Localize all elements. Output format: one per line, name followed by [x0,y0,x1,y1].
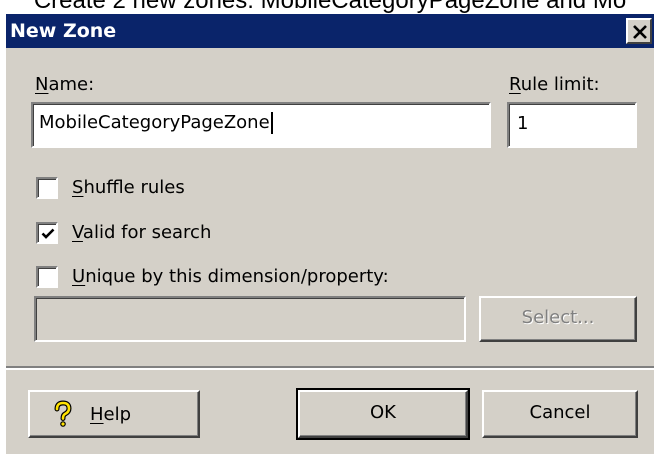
shuffle-rules-text: huffle rules [83,177,185,198]
rule-limit-label-text: ule limit: [520,74,600,95]
unique-by-dimension-text: nique by this dimension/property: [85,266,389,287]
name-label: Name: [35,74,94,96]
help-text: elp [103,403,132,425]
valid-for-search-mnemonic: V [72,222,83,243]
new-zone-dialog: New Zone Name: Rule limit: MobileCategor… [6,14,654,454]
select-button-label: Select... [521,307,595,328]
shuffle-rules-label: Shuffle rules [72,177,185,199]
close-icon [633,25,647,39]
rule-limit-label-mnemonic: R [509,74,521,95]
dialog-title: New Zone [10,20,117,42]
valid-for-search-checkbox-row[interactable]: Valid for search [36,220,211,246]
ok-button-label: OK [370,402,396,423]
shuffle-rules-mnemonic: S [72,177,84,198]
shuffle-rules-checkbox[interactable] [36,177,58,199]
unique-by-dimension-checkbox-row[interactable]: Unique by this dimension/property: [36,264,389,290]
footer-separator [6,366,654,370]
valid-for-search-label: Valid for search [72,222,211,244]
rule-limit-label: Rule limit: [509,74,600,96]
instruction-caption: Create 2 new zones: MobileCategoryPageZo… [33,0,627,14]
checkmark-icon [41,228,55,239]
rule-limit-value: 1 [517,113,529,134]
valid-for-search-checkbox[interactable] [36,222,58,244]
close-button[interactable] [626,18,652,44]
select-button[interactable]: Select... [479,296,637,342]
help-button-label: Help [90,404,131,425]
cancel-button-label: Cancel [529,402,591,423]
name-label-mnemonic: N [35,74,49,95]
unique-by-dimension-mnemonic: U [72,266,86,287]
unique-by-dimension-label: Unique by this dimension/property: [72,266,389,288]
rule-limit-input[interactable]: 1 [507,102,637,148]
unique-by-dimension-checkbox[interactable] [36,266,58,288]
name-label-text: ame: [48,74,95,95]
ok-button[interactable]: OK [296,388,470,440]
valid-for-search-text: alid for search [82,222,212,243]
question-mark-icon [54,400,72,427]
title-bar: New Zone [6,14,654,48]
help-button[interactable]: Help [28,390,200,438]
help-mnemonic: H [90,403,104,425]
shuffle-rules-checkbox-row[interactable]: Shuffle rules [36,175,185,201]
property-input[interactable] [34,296,466,342]
cancel-button[interactable]: Cancel [482,390,638,438]
name-input[interactable] [31,102,491,148]
